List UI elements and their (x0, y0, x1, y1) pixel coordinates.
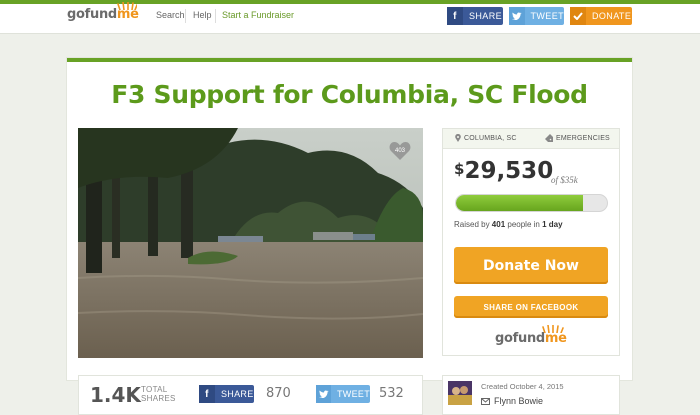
category-label: EMERGENCIES (556, 134, 610, 142)
facebook-icon: f (199, 385, 215, 403)
share-label: SHARE (469, 11, 503, 21)
facebook-icon: f (447, 7, 463, 25)
amount-raised: $29,530 (454, 158, 553, 184)
donate-label: DONATE (592, 11, 632, 21)
organizer-name: Flynn Bowie (494, 396, 544, 406)
shares-label: SHARES (141, 394, 176, 403)
header-donate-button[interactable]: DONATE (570, 7, 632, 25)
logo-text-me: me (544, 331, 567, 346)
currency-symbol: $ (454, 160, 465, 178)
tag-icon (545, 134, 553, 142)
heart-count: 403 (395, 148, 406, 154)
logo-text-gofund: gofund (67, 7, 117, 22)
campaign-photo[interactable] (78, 128, 423, 358)
flood-scene-image (78, 128, 423, 358)
location-pin-icon (455, 134, 461, 142)
tweet-label: TWEET (337, 389, 370, 399)
twitter-bird-icon (509, 7, 525, 25)
raised-days: 1 day (542, 220, 563, 229)
total-shares-count: 1.4K (90, 383, 141, 407)
checkmark-icon (570, 7, 586, 25)
total-label: TOTAL (141, 385, 168, 394)
nav-search[interactable]: Search (156, 10, 185, 20)
organizer-avatar[interactable] (448, 381, 472, 405)
created-date: Created October 4, 2015 (481, 382, 564, 391)
avatar-image (448, 381, 472, 405)
tweet-count: 532 (379, 386, 404, 401)
nav-divider (185, 9, 186, 23)
logo-text-gofund: gofund (495, 331, 545, 346)
category-tag[interactable]: EMERGENCIES (545, 134, 610, 142)
progress-fill (456, 195, 583, 211)
organizer-link[interactable]: Flynn Bowie (481, 396, 543, 406)
nav-start-fundraiser[interactable]: Start a Fundraiser (222, 10, 294, 20)
sun-rays-icon (542, 325, 564, 333)
facebook-share-count: 870 (266, 386, 291, 401)
share-on-facebook-button[interactable]: SHARE ON FACEBOOK (454, 296, 608, 318)
envelope-icon (481, 397, 490, 405)
nav-help[interactable]: Help (193, 10, 212, 20)
tweet-button[interactable]: TWEET (316, 385, 370, 403)
goal-text: of $35k (551, 175, 578, 185)
campaign-title: F3 Support for Columbia, SC Flood (111, 80, 588, 109)
raised-prefix: Raised by (454, 220, 492, 229)
raised-middle: people in (505, 220, 543, 229)
gofundme-footer-logo: gofundme (495, 325, 567, 346)
location-tag[interactable]: COLUMBIA, SC (455, 134, 517, 142)
sun-rays-icon (117, 2, 137, 10)
gofundme-logo[interactable]: gofundme (67, 2, 139, 22)
total-shares-label: TOTAL SHARES (141, 385, 176, 403)
progress-bar (455, 194, 608, 212)
header-facebook-share-button[interactable]: f SHARE (447, 7, 503, 25)
raised-by-text: Raised by 401 people in 1 day (454, 220, 563, 229)
header-tweet-button[interactable]: TWEET (509, 7, 564, 25)
heart-icon[interactable]: 403 (389, 140, 411, 162)
share-label: SHARE (221, 389, 254, 399)
tweet-label: TWEET (530, 11, 564, 21)
twitter-bird-icon (316, 385, 331, 403)
location-label: COLUMBIA, SC (464, 134, 517, 142)
donate-now-button[interactable]: Donate Now (454, 247, 608, 284)
facebook-share-button[interactable]: f SHARE (199, 385, 254, 403)
nav-divider (215, 9, 216, 23)
amount-value: 29,530 (464, 158, 554, 184)
raised-people-count: 401 (491, 220, 506, 229)
